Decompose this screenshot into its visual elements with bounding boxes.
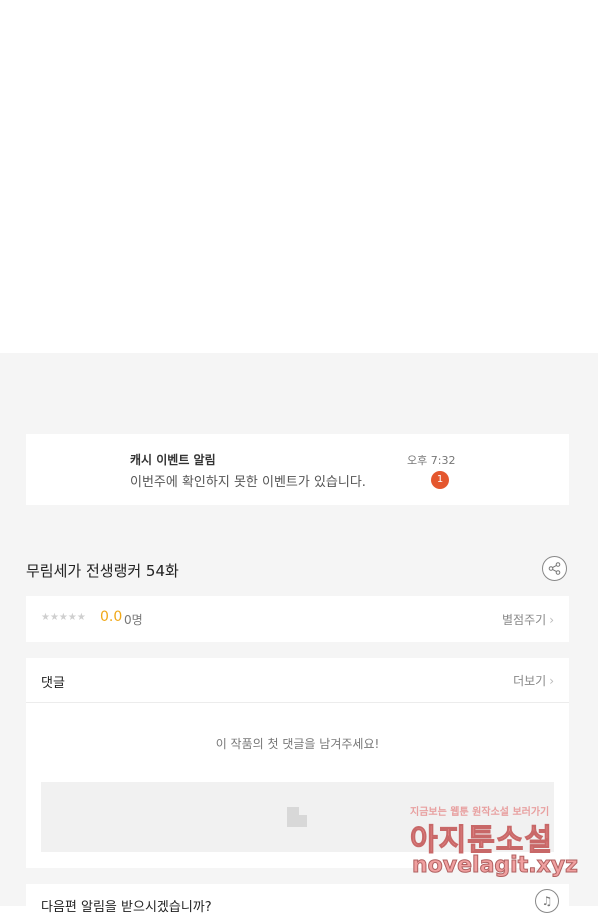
- divider: [26, 702, 569, 703]
- rating-count: 0명: [124, 613, 143, 627]
- notification-card[interactable]: 캐시 이벤트 알림 이번주에 확인하지 못한 이벤트가 있습니다. 오후 7:3…: [26, 434, 569, 505]
- notification-title: 캐시 이벤트 알림: [130, 453, 216, 467]
- rate-button-label: 별점주기: [502, 613, 547, 627]
- share-button[interactable]: [542, 556, 567, 581]
- rating-stars: ★★★★★: [41, 612, 86, 623]
- rate-button[interactable]: 별점주기 ›: [502, 611, 554, 628]
- rating-card: ★★★★★ 0.0 0명 별점주기 ›: [26, 596, 569, 642]
- comments-more-label: 더보기: [513, 674, 547, 688]
- notification-badge: 1: [431, 471, 449, 489]
- notification-message: 이번주에 확인하지 못한 이벤트가 있습니다.: [130, 475, 366, 490]
- content-image-area: [0, 0, 598, 353]
- comments-more-button[interactable]: 더보기 ›: [513, 672, 554, 689]
- comments-card: 댓글 더보기 › 이 작품의 첫 댓글을 남겨주세요!: [26, 658, 569, 868]
- rating-score: 0.0: [100, 609, 123, 625]
- share-icon: [548, 562, 561, 575]
- comments-empty-message: 이 작품의 첫 댓글을 남겨주세요!: [215, 737, 380, 751]
- episode-title: 무림세가 전생랭커 54화: [26, 562, 179, 580]
- image-placeholder-icon: [287, 807, 307, 827]
- next-episode-alert-card[interactable]: 다음편 알림을 받으시겠습니까? ♫: [26, 884, 569, 924]
- notification-time: 오후 7:32: [407, 454, 456, 467]
- chevron-right-icon: ›: [549, 674, 554, 688]
- chevron-right-icon: ›: [549, 613, 554, 627]
- comment-input-box[interactable]: [41, 782, 554, 852]
- bell-icon[interactable]: ♫: [535, 889, 559, 913]
- comments-header: 댓글: [41, 676, 65, 691]
